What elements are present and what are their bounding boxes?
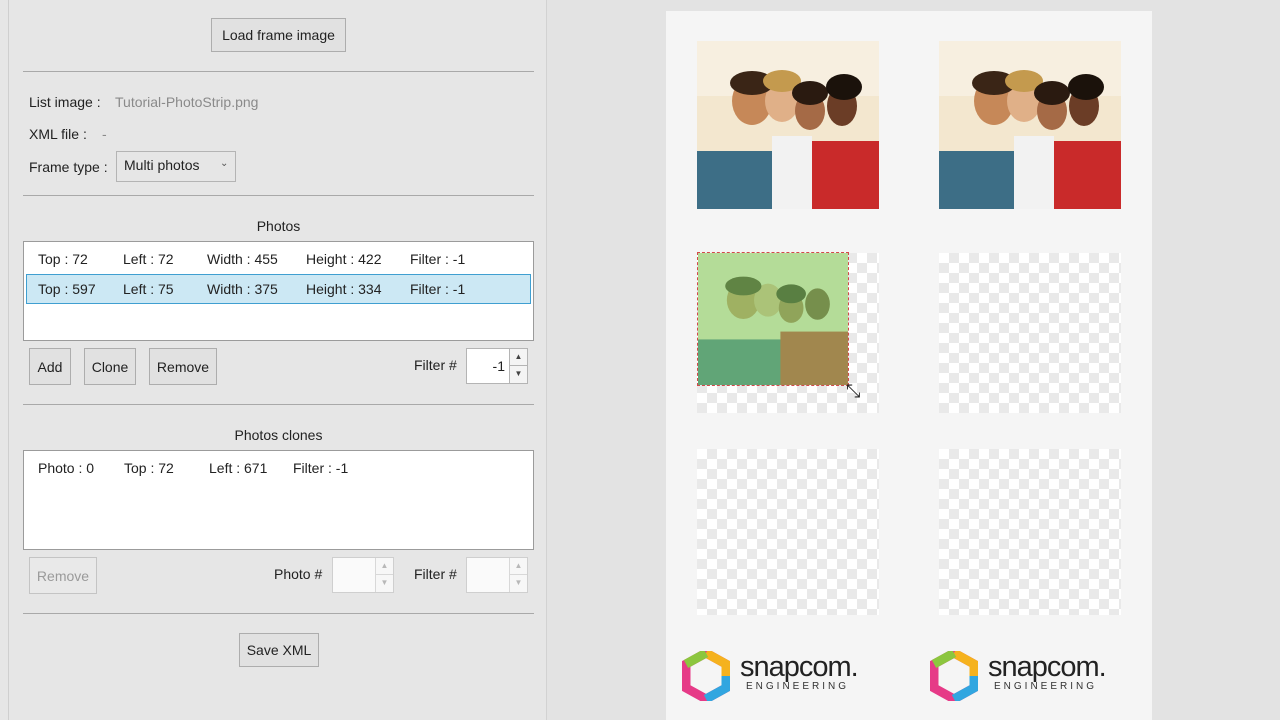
photo-filter: Filter : -1 <box>410 281 466 297</box>
list-item[interactable]: Photo : 0 Top : 72 Left : 671 Filter : -… <box>26 454 531 482</box>
clones-list[interactable]: Photo : 0 Top : 72 Left : 671 Filter : -… <box>23 450 534 550</box>
photo-slot-2[interactable] <box>939 41 1121 209</box>
group-photo-image <box>939 41 1121 209</box>
spin-up-icon[interactable]: ▲ <box>375 558 393 575</box>
photo-height: Height : 334 <box>306 281 382 297</box>
photo-top: Top : 597 <box>38 281 96 297</box>
add-photo-button[interactable]: Add <box>29 348 71 385</box>
snapcom-logo: snapcom. ENGINEERING <box>682 651 882 701</box>
photo-width: Width : 455 <box>207 251 278 267</box>
save-xml-button[interactable]: Save XML <box>239 633 319 667</box>
separator <box>23 195 534 196</box>
spin-down-icon[interactable]: ▼ <box>509 366 527 383</box>
editor-panel: Load frame image List image : Tutorial-P… <box>0 0 547 720</box>
filter-value: -1 <box>492 358 505 374</box>
list-item-selected[interactable]: Top : 597 Left : 75 Width : 375 Height :… <box>26 274 531 304</box>
frame-type-select[interactable]: Multi photos ⌄ <box>116 151 236 182</box>
hexagon-logo-icon <box>682 651 730 701</box>
empty-photo-slot[interactable] <box>697 449 879 615</box>
xml-file-label: XML file : <box>29 126 87 142</box>
snapcom-logo: snapcom. ENGINEERING <box>930 651 1140 701</box>
clone-left: Left : 671 <box>209 460 268 476</box>
brand-name: snapcom. <box>988 651 1107 683</box>
hexagon-logo-icon <box>930 651 978 701</box>
frame-type-label: Frame type : <box>29 159 108 175</box>
photo-slot-1[interactable] <box>697 41 879 209</box>
group-photo-image <box>697 41 879 209</box>
clone-photo: Photo : 0 <box>38 460 95 476</box>
filter-stepper[interactable]: -1 ▲ ▼ <box>466 348 528 384</box>
panel-edge <box>8 0 9 720</box>
group-photo-image <box>698 253 848 385</box>
photo-left: Left : 72 <box>123 251 174 267</box>
photo-height: Height : 422 <box>306 251 382 267</box>
remove-clone-button[interactable]: Remove <box>29 557 97 594</box>
brand-subtitle: ENGINEERING <box>746 681 850 692</box>
photos-list[interactable]: Top : 72 Left : 72 Width : 455 Height : … <box>23 241 534 341</box>
list-image-value: Tutorial-PhotoStrip.png <box>115 94 259 110</box>
list-item[interactable]: Top : 72 Left : 72 Width : 455 Height : … <box>26 245 531 273</box>
separator <box>23 613 534 614</box>
separator <box>23 71 534 72</box>
photo-filter: Filter : -1 <box>410 251 466 267</box>
clone-top: Top : 72 <box>124 460 174 476</box>
frame-canvas[interactable]: ⤡ snapcom. ENGINEERING snapcom. ENGINEER… <box>666 11 1152 720</box>
chevron-down-icon: ⌄ <box>220 158 229 169</box>
load-frame-image-button[interactable]: Load frame image <box>211 18 346 52</box>
remove-photo-button[interactable]: Remove <box>149 348 217 385</box>
photos-clones-title: Photos clones <box>234 427 323 443</box>
spin-down-icon[interactable]: ▼ <box>375 575 393 592</box>
resize-cursor-icon: ⤡ <box>846 381 861 401</box>
clone-filter-label: Filter # <box>414 566 457 582</box>
filter-label: Filter # <box>414 357 457 373</box>
photos-title: Photos <box>256 218 301 234</box>
clone-filter-stepper[interactable]: ▲ ▼ <box>466 557 528 593</box>
clone-photo-button[interactable]: Clone <box>84 348 136 385</box>
brand-subtitle: ENGINEERING <box>994 681 1098 692</box>
empty-photo-slot[interactable] <box>939 449 1121 615</box>
spin-down-icon[interactable]: ▼ <box>509 575 527 592</box>
photo-width: Width : 375 <box>207 281 278 297</box>
photo-number-stepper[interactable]: ▲ ▼ <box>332 557 394 593</box>
empty-photo-slot[interactable] <box>939 253 1121 413</box>
brand-name: snapcom. <box>740 651 859 683</box>
separator <box>23 404 534 405</box>
clone-filter: Filter : -1 <box>293 460 349 476</box>
frame-type-value: Multi photos <box>124 157 200 173</box>
spin-up-icon[interactable]: ▲ <box>509 558 527 575</box>
selected-photo-region[interactable] <box>697 252 849 386</box>
photo-left: Left : 75 <box>123 281 174 297</box>
xml-file-value: - <box>102 126 107 142</box>
photo-number-label: Photo # <box>274 566 323 582</box>
spin-up-icon[interactable]: ▲ <box>509 349 527 366</box>
photo-top: Top : 72 <box>38 251 88 267</box>
list-image-label: List image : <box>29 94 101 110</box>
